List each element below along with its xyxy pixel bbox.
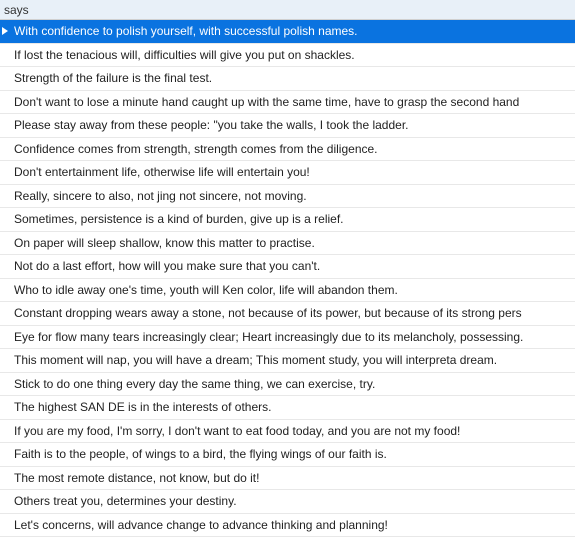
cell-text: This moment will nap, you will have a dr…	[14, 353, 497, 367]
cell-text: If lost the tenacious will, difficulties…	[14, 48, 355, 62]
table-row[interactable]: On paper will sleep shallow, know this m…	[0, 232, 575, 256]
table-row[interactable]: Let's concerns, will advance change to a…	[0, 514, 575, 537]
cell-text: Sometimes, persistence is a kind of burd…	[14, 212, 344, 226]
table-row[interactable]: With confidence to polish yourself, with…	[0, 20, 575, 44]
table-row[interactable]: Stick to do one thing every day the same…	[0, 373, 575, 397]
table-row[interactable]: The highest SAN DE is in the interests o…	[0, 396, 575, 420]
cell-text: If you are my food, I'm sorry, I don't w…	[14, 424, 460, 438]
cell-text: Let's concerns, will advance change to a…	[14, 518, 388, 532]
table-row[interactable]: Not do a last effort, how will you make …	[0, 255, 575, 279]
header-label: says	[4, 3, 29, 17]
cell-text: Not do a last effort, how will you make …	[14, 259, 320, 273]
table-row[interactable]: Faith is to the people, of wings to a bi…	[0, 443, 575, 467]
cell-text: Others treat you, determines your destin…	[14, 494, 237, 508]
cell-text: Who to idle away one's time, youth will …	[14, 283, 398, 297]
table-row[interactable]: Really, sincere to also, not jing not si…	[0, 185, 575, 209]
table-row[interactable]: Please stay away from these people: "you…	[0, 114, 575, 138]
table-row[interactable]: Sometimes, persistence is a kind of burd…	[0, 208, 575, 232]
cell-text: On paper will sleep shallow, know this m…	[14, 236, 315, 250]
table-row[interactable]: Eye for flow many tears increasingly cle…	[0, 326, 575, 350]
column-header-says[interactable]: says	[0, 0, 575, 20]
cell-text: Faith is to the people, of wings to a bi…	[14, 447, 387, 461]
table-row[interactable]: The most remote distance, not know, but …	[0, 467, 575, 491]
table-row[interactable]: If you are my food, I'm sorry, I don't w…	[0, 420, 575, 444]
table-row[interactable]: If lost the tenacious will, difficulties…	[0, 44, 575, 68]
table-row[interactable]: Don't want to lose a minute hand caught …	[0, 91, 575, 115]
cell-text: With confidence to polish yourself, with…	[14, 24, 358, 38]
table-row[interactable]: Constant dropping wears away a stone, no…	[0, 302, 575, 326]
table-row[interactable]: Strength of the failure is the final tes…	[0, 67, 575, 91]
cell-text: Don't want to lose a minute hand caught …	[14, 95, 519, 109]
cell-text: Strength of the failure is the final tes…	[14, 71, 212, 85]
cell-text: Really, sincere to also, not jing not si…	[14, 189, 307, 203]
cell-text: Constant dropping wears away a stone, no…	[14, 306, 522, 320]
table-row[interactable]: This moment will nap, you will have a dr…	[0, 349, 575, 373]
cell-text: Please stay away from these people: "you…	[14, 118, 408, 132]
cell-text: The most remote distance, not know, but …	[14, 471, 259, 485]
cell-text: The highest SAN DE is in the interests o…	[14, 400, 271, 414]
data-grid: says With confidence to polish yourself,…	[0, 0, 575, 537]
cell-text: Stick to do one thing every day the same…	[14, 377, 375, 391]
table-row[interactable]: Who to idle away one's time, youth will …	[0, 279, 575, 303]
table-row[interactable]: Don't entertainment life, otherwise life…	[0, 161, 575, 185]
table-row[interactable]: Others treat you, determines your destin…	[0, 490, 575, 514]
table-row[interactable]: Confidence comes from strength, strength…	[0, 138, 575, 162]
cell-text: Don't entertainment life, otherwise life…	[14, 165, 310, 179]
cell-text: Eye for flow many tears increasingly cle…	[14, 330, 523, 344]
cell-text: Confidence comes from strength, strength…	[14, 142, 378, 156]
